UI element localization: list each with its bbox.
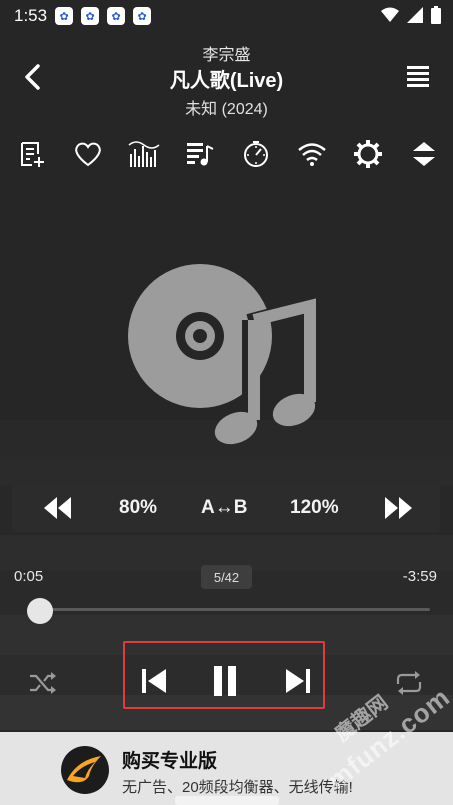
baidu-paw-icon: ✿ <box>133 7 152 25</box>
wifi-signal-icon <box>381 7 399 22</box>
album-name[interactable]: 未知 (2024) <box>0 95 453 119</box>
menu-list-icon[interactable] <box>405 64 431 90</box>
fast-forward-icon[interactable] <box>384 497 412 519</box>
seek-bar-thumb[interactable] <box>26 598 53 624</box>
track-position-badge: 5/42 <box>201 565 252 589</box>
wifi-transfer-icon[interactable] <box>296 138 328 170</box>
expand-collapse-icon[interactable] <box>408 138 440 170</box>
battery-icon <box>431 6 441 24</box>
promo-title: 购买专业版 <box>122 751 218 772</box>
repeat-icon[interactable] <box>393 668 425 698</box>
gesture-nav-bar[interactable] <box>175 796 279 805</box>
status-icons <box>381 6 441 24</box>
current-time: 0:05 <box>14 568 44 585</box>
status-time: 1:53 <box>14 6 48 25</box>
speed-ab-bar: 80% A↔B 120% <box>12 484 440 532</box>
settings-gear-icon[interactable] <box>352 138 384 170</box>
speed-fast-button[interactable]: 120% <box>290 497 339 519</box>
add-to-playlist-icon[interactable] <box>16 138 48 170</box>
album-art-placeholder-icon <box>128 264 322 445</box>
fast-rewind-icon[interactable] <box>44 497 72 519</box>
status-bar: 1:53 ✿ ✿ ✿ ✿ <box>0 0 453 32</box>
artist-name[interactable]: 李宗盛 <box>0 41 453 65</box>
now-playing-header: 李宗盛 凡人歌(Live) 未知 (2024) <box>0 36 453 122</box>
remaining-time: -3:59 <box>402 568 437 585</box>
baidu-paw-icon: ✿ <box>55 7 74 25</box>
equalizer-icon[interactable] <box>128 138 160 170</box>
promo-subtitle: 无广告、20频段均衡器、无线传输! <box>122 779 353 796</box>
pause-icon[interactable] <box>208 662 242 700</box>
skip-previous-icon[interactable] <box>138 664 170 698</box>
upgrade-pro-banner[interactable]: 购买专业版 无广告、20频段均衡器、无线传输! <box>0 732 453 805</box>
app-logo-icon <box>61 746 109 794</box>
skip-next-icon[interactable] <box>282 664 314 698</box>
seek-bar-track[interactable] <box>32 608 430 611</box>
baidu-paw-icon: ✿ <box>81 7 100 25</box>
sleep-timer-icon[interactable] <box>240 138 272 170</box>
queue-music-icon[interactable] <box>184 138 216 170</box>
song-title: 凡人歌(Live) <box>169 70 284 92</box>
cell-signal-icon <box>407 7 423 23</box>
shuffle-icon[interactable] <box>28 668 58 698</box>
heart-icon[interactable] <box>72 138 104 170</box>
baidu-paw-icon: ✿ <box>107 7 126 25</box>
speed-slow-button[interactable]: 80% <box>119 497 157 519</box>
ab-repeat-button[interactable]: A↔B <box>201 497 247 519</box>
action-toolbar <box>0 138 453 170</box>
